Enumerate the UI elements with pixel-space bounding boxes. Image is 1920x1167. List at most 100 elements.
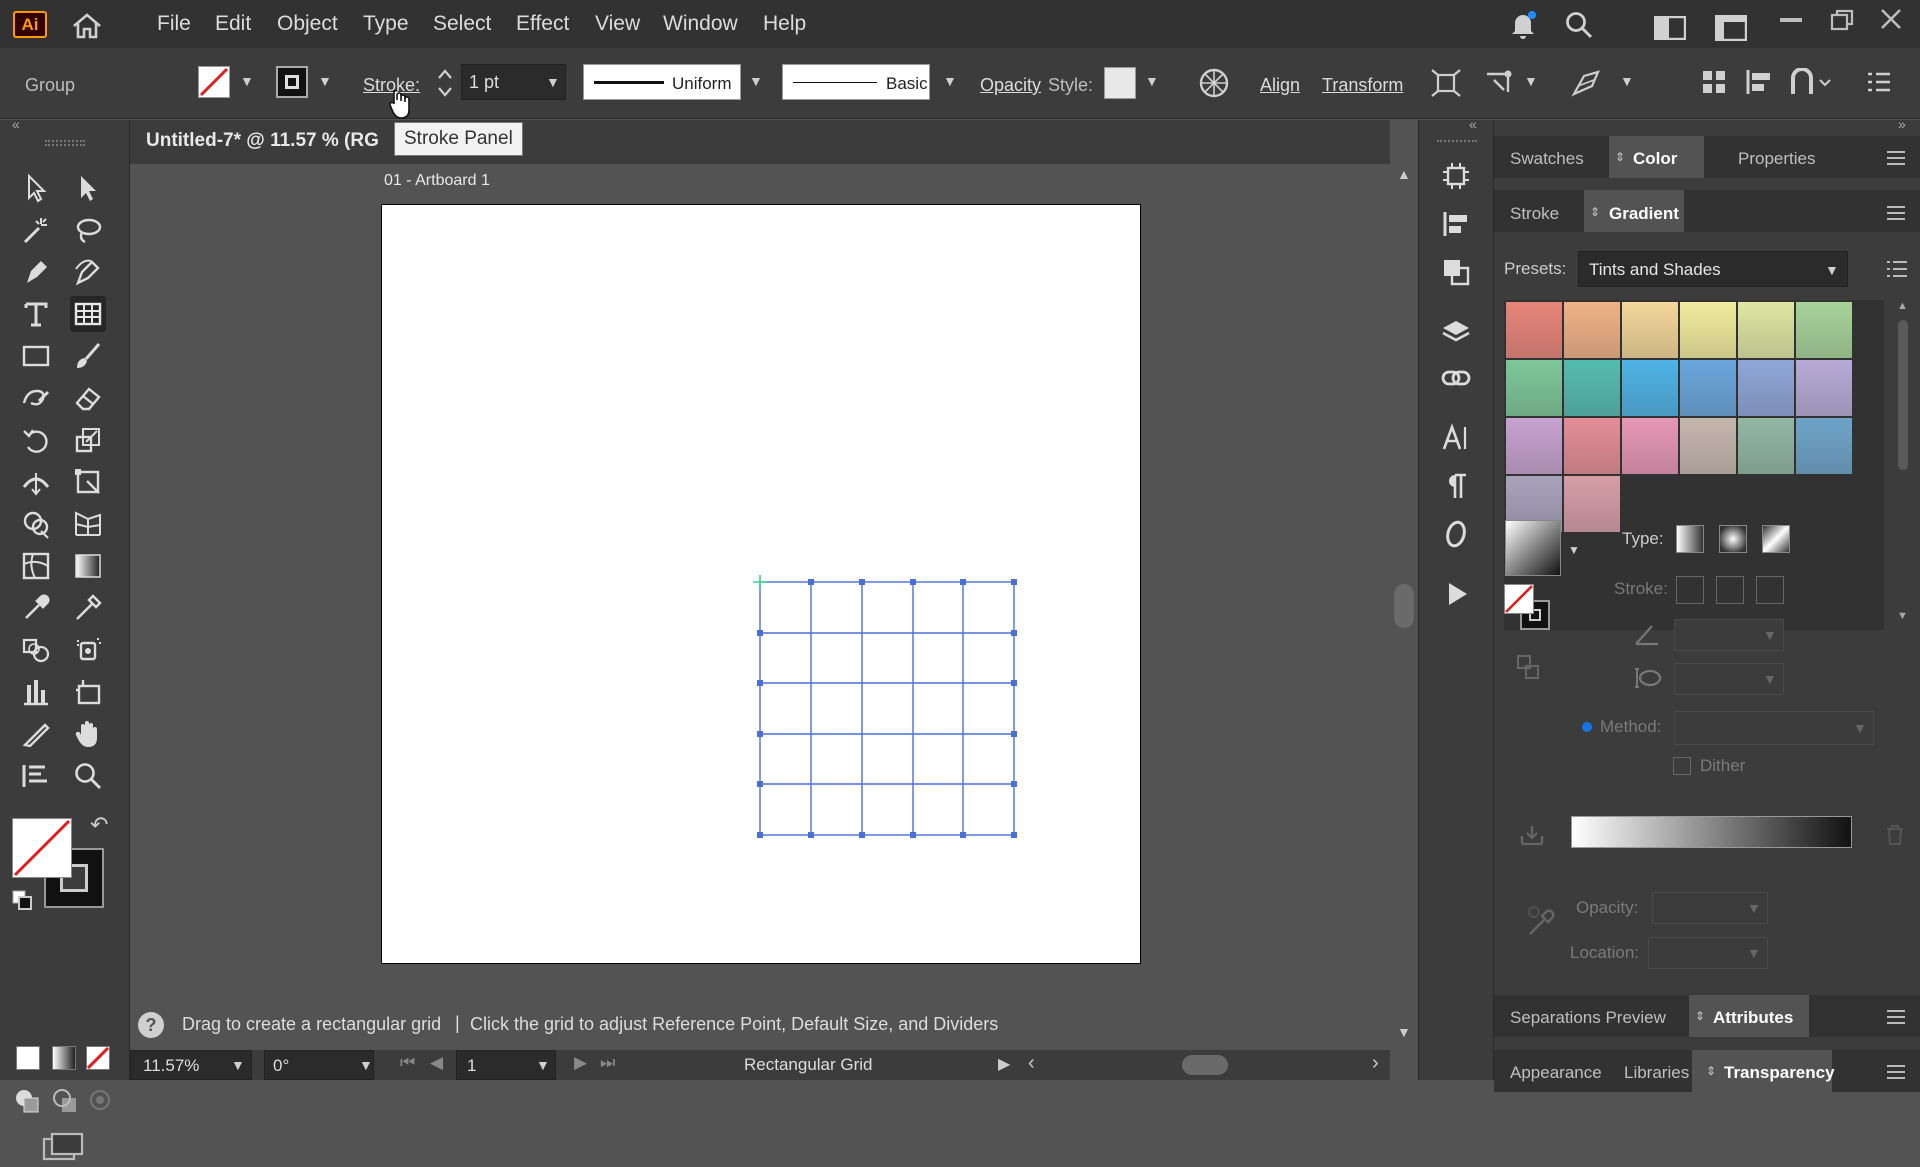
hand-tool-icon[interactable] <box>70 716 106 752</box>
change-screen-mode-icon[interactable] <box>42 1132 84 1162</box>
menu-object[interactable]: Object <box>277 12 338 36</box>
status-menu-arrow-icon[interactable]: ▶ <box>998 1054 1010 1074</box>
default-fill-stroke-icon[interactable] <box>12 890 32 910</box>
next-artboard-icon[interactable]: ▶ <box>574 1053 587 1073</box>
tab-stroke[interactable]: Stroke <box>1510 204 1559 224</box>
gradient-slider[interactable] <box>1571 816 1852 848</box>
align-panel-link[interactable]: Align <box>1260 75 1300 96</box>
rectangle-tool-icon[interactable] <box>18 338 54 374</box>
measure-tool-icon[interactable] <box>70 590 106 626</box>
gradient-preset-swatch[interactable] <box>1796 302 1852 358</box>
freeform-gradient-type-icon[interactable] <box>1762 525 1790 553</box>
stroke-weight-chevron-icon[interactable]: ▼ <box>546 74 560 90</box>
shape-builder-tool-icon[interactable] <box>18 506 54 542</box>
swap-fill-stroke-icon[interactable]: ↶ <box>90 812 108 838</box>
paintbrush-tool-icon[interactable] <box>70 338 106 374</box>
tab-transparency-arrows-icon[interactable]: ⇕ <box>1706 1064 1716 1078</box>
gradient-preset-swatch[interactable] <box>1506 302 1562 358</box>
tab-transparency[interactable]: Transparency <box>1724 1063 1835 1083</box>
eraser-tool-icon[interactable] <box>70 380 106 416</box>
style-chevron-icon[interactable]: ▼ <box>1145 73 1159 89</box>
column-graph-tool-icon[interactable] <box>18 674 54 710</box>
menu-view[interactable]: View <box>595 12 640 36</box>
lasso-tool-icon[interactable] <box>70 212 106 248</box>
draw-inside-icon[interactable] <box>88 1088 112 1112</box>
tab-properties[interactable]: Properties <box>1738 149 1815 169</box>
transparency-panel-menu-icon[interactable] <box>1886 1064 1906 1080</box>
gradient-preset-swatch[interactable] <box>1796 360 1852 416</box>
tab-libraries[interactable]: Libraries <box>1624 1063 1689 1083</box>
arrange-documents-icon[interactable] <box>1653 15 1687 41</box>
pen-tool-icon[interactable] <box>18 254 54 290</box>
envelope-distort-icon[interactable] <box>1570 68 1602 98</box>
stroke-within-icon[interactable] <box>1676 576 1704 604</box>
stroke-dropdown-chevron-icon[interactable]: ▼ <box>318 73 332 89</box>
isolate-group-icon[interactable] <box>1430 68 1462 98</box>
layers-panel-icon[interactable] <box>1438 314 1474 350</box>
scroll-left-icon[interactable]: ‹ <box>1028 1052 1035 1075</box>
puppet-warp-icon[interactable] <box>1484 68 1516 98</box>
rectangular-grid-tool-icon[interactable] <box>70 296 106 332</box>
gradient-preset-swatch[interactable] <box>1564 360 1620 416</box>
none-mode-icon[interactable] <box>86 1046 110 1070</box>
color-mode-icon[interactable] <box>16 1046 40 1070</box>
presets-scroll-thumb[interactable] <box>1898 320 1908 470</box>
gradient-preset-swatch[interactable] <box>1622 360 1678 416</box>
notification-bell-icon[interactable] <box>1508 9 1538 41</box>
graphic-style-swatch[interactable] <box>1104 67 1136 99</box>
menu-window[interactable]: Window <box>663 12 738 36</box>
app-logo[interactable]: Ai <box>13 11 47 38</box>
tab-color-arrows-icon[interactable]: ⇕ <box>1615 150 1625 164</box>
rotation-chevron-icon[interactable]: ▼ <box>359 1057 373 1073</box>
draw-normal-icon[interactable] <box>14 1088 40 1114</box>
collapse-dock-icon[interactable]: » <box>1898 116 1906 132</box>
stroke-weight-stepper-icon[interactable] <box>436 66 454 100</box>
presets-scrollbar[interactable]: ▲ ▼ <box>1894 300 1912 630</box>
menu-help[interactable]: Help <box>763 12 806 36</box>
gradient-preset-swatch[interactable] <box>1680 418 1736 474</box>
fill-dropdown-chevron-icon[interactable]: ▼ <box>240 73 254 89</box>
tab-gradient-arrows-icon[interactable]: ⇕ <box>1590 205 1600 219</box>
first-artboard-icon[interactable]: ⏮ <box>400 1053 415 1073</box>
horizontal-scroll-thumb[interactable] <box>1182 1055 1228 1075</box>
magic-wand-tool-icon[interactable] <box>18 212 54 248</box>
pathfinder-icon[interactable] <box>1790 67 1832 96</box>
minimize-icon[interactable] <box>1780 18 1802 22</box>
actions-panel-icon[interactable] <box>1438 576 1474 612</box>
help-icon[interactable]: ? <box>138 1012 164 1038</box>
scroll-right-icon[interactable]: › <box>1372 1052 1379 1075</box>
menu-effect[interactable]: Effect <box>516 12 569 36</box>
strip-grip[interactable] <box>1437 140 1477 144</box>
mesh-tool-icon[interactable] <box>18 548 54 584</box>
fill-color-swatch[interactable] <box>198 66 230 98</box>
toolbar-grip[interactable] <box>45 140 85 146</box>
gradient-mode-icon[interactable] <box>52 1046 76 1070</box>
shaper-tool-icon[interactable] <box>18 380 54 416</box>
opacity-panel-link[interactable]: Opacity <box>980 75 1041 96</box>
gradient-fill-swatch[interactable] <box>1504 584 1534 614</box>
selection-tool-icon[interactable] <box>18 170 54 206</box>
tab-gradient[interactable]: Gradient <box>1609 204 1679 224</box>
gradient-preset-swatch[interactable] <box>1622 418 1678 474</box>
save-gradient-icon[interactable] <box>1520 824 1544 846</box>
pathfinder-panel-icon[interactable] <box>1438 254 1474 290</box>
stop-location-field[interactable]: ▼ <box>1648 937 1768 969</box>
brush-definition-dropdown[interactable]: Basic <box>782 64 930 100</box>
angle-chevron-icon[interactable]: ▼ <box>1763 627 1777 643</box>
radial-gradient-type-icon[interactable] <box>1719 525 1747 553</box>
control-bar-menu-icon[interactable] <box>1866 70 1892 94</box>
home-icon[interactable] <box>70 12 104 40</box>
presets-scroll-up-icon[interactable]: ▲ <box>1897 300 1908 312</box>
width-tool-icon[interactable] <box>18 464 54 500</box>
artboard-chevron-icon[interactable]: ▼ <box>536 1057 550 1073</box>
envelope-chevron-icon[interactable]: ▼ <box>1620 73 1634 89</box>
gradient-preset-swatch[interactable] <box>1622 302 1678 358</box>
align-panel-icon[interactable] <box>1438 206 1474 242</box>
rotation-field[interactable]: 0° <box>264 1050 374 1080</box>
curvature-tool-icon[interactable] <box>70 254 106 290</box>
gradient-preset-swatch[interactable] <box>1738 302 1794 358</box>
rotate-tool-icon[interactable] <box>18 422 54 458</box>
scroll-up-icon[interactable]: ▲ <box>1397 166 1411 182</box>
scale-tool-icon[interactable] <box>70 422 106 458</box>
gradient-panel-menu-icon[interactable] <box>1886 205 1906 221</box>
